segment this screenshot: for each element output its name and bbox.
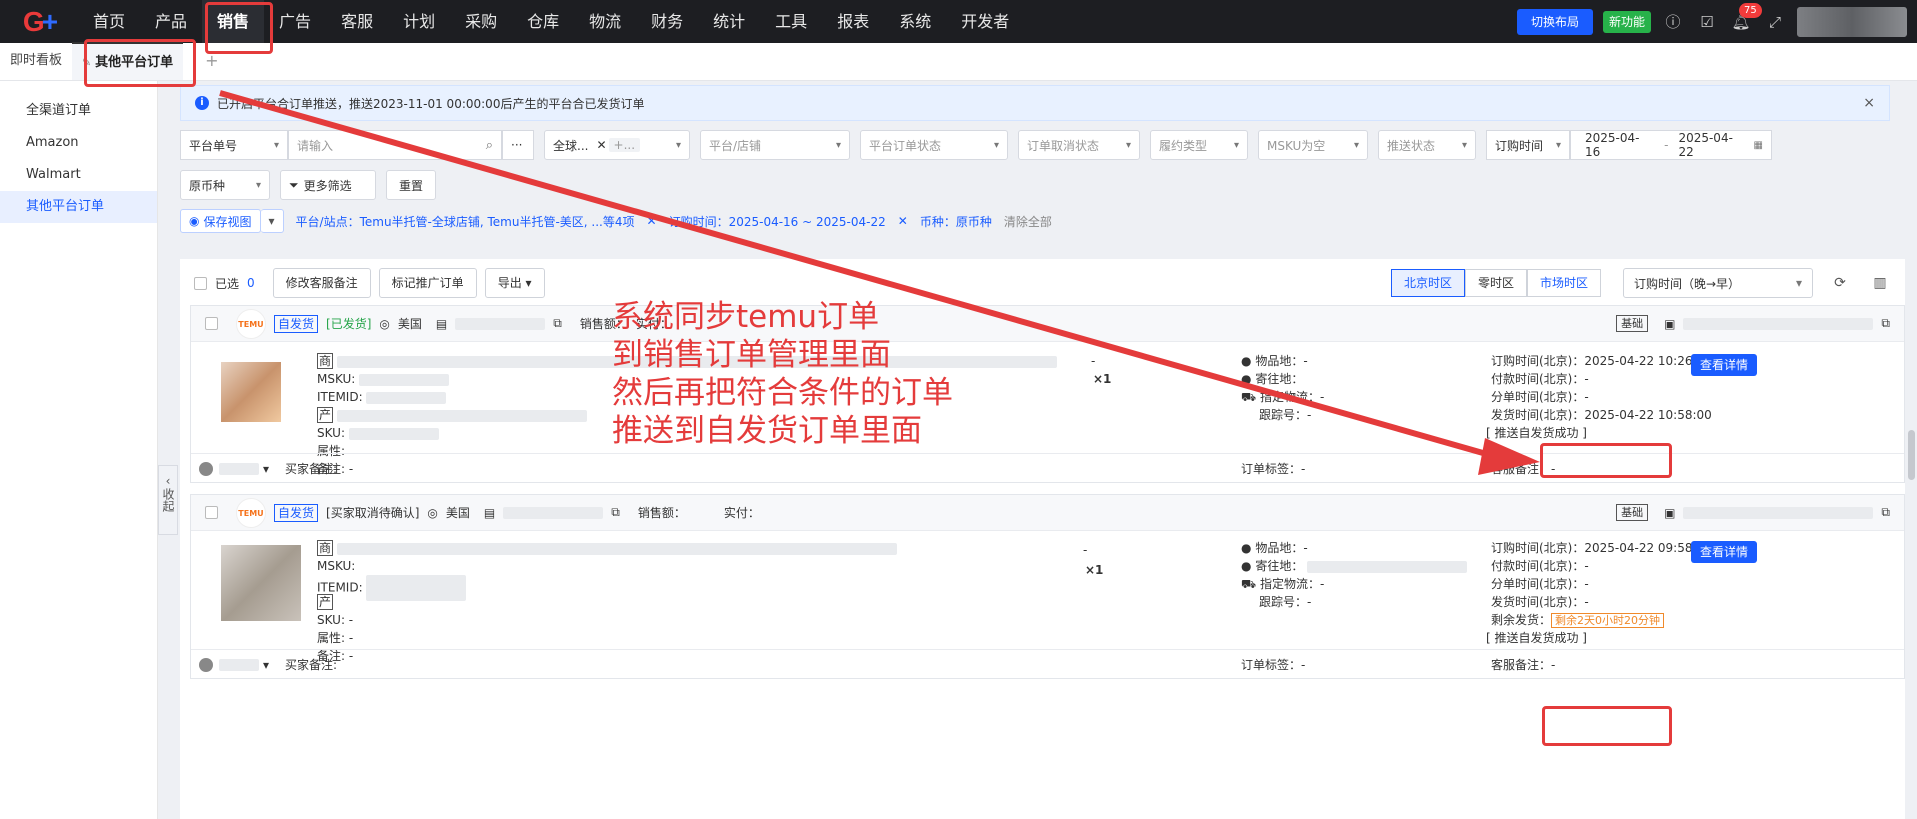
- annotation-line: 推送到自发货订单里面: [612, 413, 922, 449]
- annotation-line: 然后再把符合条件的订单: [612, 375, 953, 411]
- annotation-text: 系统同步temu订单 到销售订单管理里面 然后再把符合条件的订单 推送到自发货订…: [612, 298, 953, 450]
- annotation-line: 到销售订单管理里面: [612, 337, 891, 373]
- annotation-arrow: [219, 90, 1540, 475]
- arrow-head: [1478, 438, 1540, 475]
- annotation-line: 系统同步temu订单: [612, 299, 880, 335]
